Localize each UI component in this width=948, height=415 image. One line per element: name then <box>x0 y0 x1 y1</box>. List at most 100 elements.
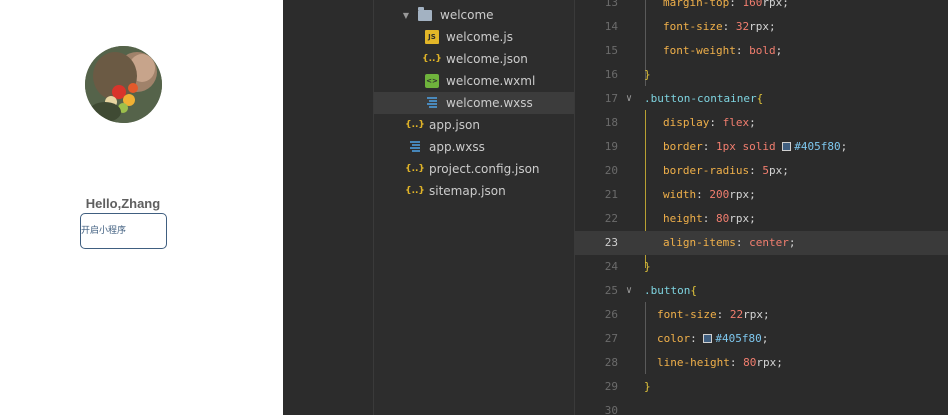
css-property: width <box>663 188 697 201</box>
code-line[interactable]: 21 width: 200rpx; <box>575 183 948 207</box>
close-brace: } <box>644 380 651 393</box>
code-line[interactable]: 30 <box>575 399 948 415</box>
line-number: 22 <box>604 212 618 225</box>
css-property: align-items <box>663 236 736 249</box>
json-file-icon: {..} <box>405 186 425 196</box>
code-text: } <box>644 375 651 399</box>
line-number: 21 <box>604 188 618 201</box>
start-button-label: 开启小程序 <box>81 226 127 236</box>
file-welcome-wxss[interactable]: welcome.wxss <box>374 92 574 114</box>
code-text: font-weight: bold; <box>663 44 783 57</box>
code-line[interactable]: 13 margin-top: 160rpx; <box>575 0 948 15</box>
code-line[interactable]: 22 height: 80rpx; <box>575 207 948 231</box>
file-welcome-wxml[interactable]: <> welcome.wxml <box>374 70 574 92</box>
file-label: app.json <box>429 118 480 132</box>
line-number: 20 <box>604 164 618 177</box>
css-value: flex <box>722 116 750 129</box>
code-text: width: 200rpx; <box>663 188 756 201</box>
css-value: bold <box>749 44 776 57</box>
css-property: font-weight <box>663 44 736 57</box>
css-unit: rpx <box>762 0 783 9</box>
code-line[interactable]: 25 ∨ .button{ <box>575 279 948 303</box>
file-app-wxss[interactable]: app.wxss <box>374 136 574 158</box>
code-line[interactable]: 16} <box>575 63 948 87</box>
css-value: 22 <box>729 308 744 321</box>
code-text: font-size: 22rpx; <box>657 308 770 321</box>
color-swatch[interactable] <box>703 334 713 343</box>
code-text: .button-container{ <box>644 87 763 111</box>
code-line[interactable]: 20 border-radius: 5px; <box>575 159 948 183</box>
chevron-down-icon: ▼ <box>402 10 410 20</box>
css-value: 200 <box>709 188 730 201</box>
simulator-panel: Hello,Zhang 开启小程序 <box>0 0 283 415</box>
line-number: 26 <box>604 308 618 321</box>
close-brace: } <box>644 260 651 273</box>
code-editor[interactable]: 13 margin-top: 160rpx; 14 font-size: 32rpx;… <box>575 0 948 415</box>
file-explorer: ▼ welcome JS welcome.js {..} welcome.jso… <box>374 0 575 415</box>
code-text: } <box>644 63 651 87</box>
line-number: 13 <box>604 0 618 9</box>
code-line[interactable]: 29} <box>575 375 948 399</box>
css-value: 5 <box>762 164 769 177</box>
code-line[interactable]: 14 font-size: 32rpx; <box>575 15 948 39</box>
file-project-config-json[interactable]: {..} project.config.json <box>374 158 574 180</box>
code-text: align-items: center; <box>663 236 796 249</box>
wxml-file-icon: <> <box>425 74 439 88</box>
wxss-file-icon <box>425 96 439 110</box>
color-swatch[interactable] <box>782 142 792 151</box>
file-label: sitemap.json <box>429 184 506 198</box>
css-unit: rpx <box>743 308 763 321</box>
file-app-json[interactable]: {..} app.json <box>374 114 574 136</box>
close-brace: } <box>644 68 651 81</box>
open-brace: { <box>756 92 764 105</box>
code-line[interactable]: 17 ∨ .button-container{ <box>575 87 948 111</box>
code-text: font-size: 32rpx; <box>663 20 776 33</box>
css-selector: .button <box>644 284 691 297</box>
file-label: welcome.js <box>446 30 513 44</box>
file-welcome-json[interactable]: {..} welcome.json <box>374 48 574 70</box>
css-unit: rpx <box>729 188 750 201</box>
code-line[interactable]: 26 font-size: 22rpx; <box>575 303 948 327</box>
line-number: 24 <box>604 260 618 273</box>
json-file-icon: {..} <box>405 120 425 130</box>
line-number: 23 <box>604 236 618 249</box>
file-label: welcome.wxss <box>446 96 533 110</box>
wxss-file-icon <box>408 140 422 154</box>
code-line[interactable]: 23 align-items: center; <box>575 231 948 255</box>
code-line[interactable]: 18 display: flex; <box>575 111 948 135</box>
fold-chevron-icon[interactable]: ∨ <box>626 279 632 303</box>
code-text: .button{ <box>644 279 697 303</box>
css-property: font-size <box>657 308 717 321</box>
start-miniprogram-button[interactable]: 开启小程序 <box>80 213 167 249</box>
line-number: 18 <box>604 116 618 129</box>
folder-welcome[interactable]: ▼ welcome <box>374 4 574 26</box>
line-number: 30 <box>604 404 618 415</box>
code-line[interactable]: 15 font-weight: bold; <box>575 39 948 63</box>
code-line[interactable]: 19 border: 1px solid #405f80; <box>575 135 948 159</box>
code-text: line-height: 80rpx; <box>657 356 783 369</box>
code-line[interactable]: 28 line-height: 80rpx; <box>575 351 948 375</box>
line-number: 15 <box>604 44 618 57</box>
code-line[interactable]: 24} <box>575 255 948 279</box>
css-color-value: #405f80 <box>715 332 762 345</box>
file-label: project.config.json <box>429 162 540 176</box>
css-property: display <box>663 116 710 129</box>
css-property: border-radius <box>663 164 750 177</box>
css-value: 1px solid <box>716 140 776 153</box>
fold-chevron-icon[interactable]: ∨ <box>626 87 632 111</box>
css-property: height <box>663 212 703 225</box>
css-property: border <box>663 140 703 153</box>
css-unit: rpx <box>729 212 750 225</box>
code-text: color: #405f80; <box>657 332 769 345</box>
file-sitemap-json[interactable]: {..} sitemap.json <box>374 180 574 202</box>
css-property: line-height <box>657 356 730 369</box>
json-file-icon: {..} <box>405 164 425 174</box>
js-file-icon: JS <box>425 30 439 44</box>
code-text: height: 80rpx; <box>663 212 756 225</box>
file-welcome-js[interactable]: JS welcome.js <box>374 26 574 48</box>
file-label: app.wxss <box>429 140 485 154</box>
code-text: border: 1px solid #405f80; <box>663 140 848 153</box>
avatar <box>85 46 162 123</box>
open-brace: { <box>690 284 697 297</box>
code-line[interactable]: 27 color: #405f80; <box>575 327 948 351</box>
